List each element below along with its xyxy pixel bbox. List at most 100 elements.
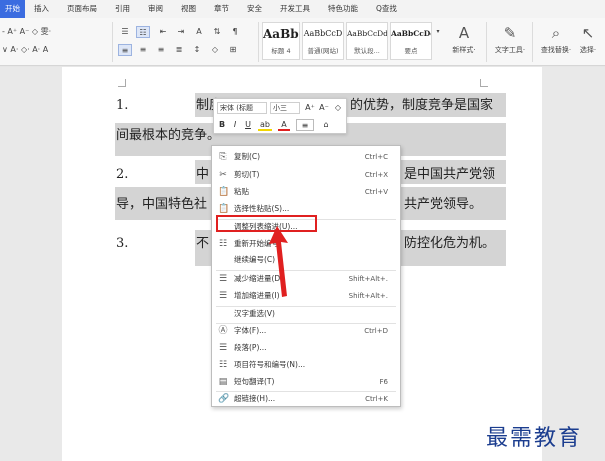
find-replace-label: 查找替换·: [540, 46, 572, 54]
context-menu: ⎘ 复制(C) Ctrl+C ✂ 剪切(T) Ctrl+X 📋 粘贴 Ctrl+…: [211, 145, 401, 407]
tab-insert[interactable]: 插入: [25, 0, 58, 18]
menu-label: 项目符号和编号(N)...: [234, 360, 306, 369]
menu-label: 选择性粘贴(S)...: [234, 204, 290, 213]
indent-icon[interactable]: ⇥: [174, 26, 188, 38]
tab-security[interactable]: 安全: [238, 0, 271, 18]
grow-font-button[interactable]: A⁺: [304, 102, 316, 114]
text-tool-button[interactable]: ✎ 文字工具·: [490, 22, 530, 56]
menu-item-copy[interactable]: ⎘ 复制(C) Ctrl+C: [212, 148, 400, 166]
numbered-list-icon: ☷: [218, 239, 228, 249]
menu-shortcut: Ctrl+V: [364, 188, 388, 196]
new-style-icon: A: [458, 24, 470, 42]
menu-label: 段落(P)...: [234, 343, 267, 352]
new-style-button[interactable]: A 新样式·: [444, 22, 484, 56]
menu-item-reselect-chars[interactable]: 汉字重选(V): [212, 305, 400, 323]
style-normal-web[interactable]: AaBbCcD 普通(网站): [302, 22, 344, 60]
tab-references[interactable]: 引用: [106, 0, 139, 18]
style-sample: AaBbCcD: [303, 29, 343, 38]
italic-button[interactable]: I: [230, 119, 240, 131]
style-keypoint[interactable]: AaBbCcDc 要点: [390, 22, 432, 60]
tab-page-layout[interactable]: 页面布局: [58, 0, 106, 18]
margin-corner: [480, 79, 488, 87]
paragraph-icon[interactable]: ⌂: [320, 119, 332, 131]
new-style-label: 新样式·: [452, 46, 476, 54]
font-color-button[interactable]: A: [278, 119, 290, 131]
menu-item-bullets-numbering[interactable]: ☷ 项目符号和编号(N)...: [212, 356, 400, 374]
menu-item-continue-numbering[interactable]: 继续编号(C): [212, 251, 400, 269]
style-default-para[interactable]: AaBbCcDd 默认段...: [346, 22, 388, 60]
underline-button[interactable]: U: [243, 119, 253, 131]
align-right-icon[interactable]: ≡: [154, 44, 168, 56]
ribbon-toolbar: - A⁺ A⁻ ◇ 雯· ∨ A· ◇· A· A ☰ ☷ ⇤ ⇥ A ⇅ ¶ …: [0, 18, 605, 66]
bullets-icon[interactable]: ☰: [118, 26, 132, 38]
menu-item-increase-indent[interactable]: ☰ 增加缩进量(I) Shift+Alt+.: [212, 287, 400, 305]
copy-icon: ⎘: [219, 152, 227, 162]
clipboard-icon: 📋: [218, 187, 230, 197]
tab-review[interactable]: 审阅: [139, 0, 172, 18]
tab-developer[interactable]: 开发工具: [271, 0, 319, 18]
paragraph-1-line1: 的优势，制度竞争是国家: [350, 98, 494, 113]
ribbon-separator: [486, 22, 487, 62]
menu-label: 复制(C): [234, 152, 261, 161]
align-dropdown[interactable]: ≡: [296, 119, 314, 131]
ribbon-separator: [258, 22, 259, 62]
outdent-icon[interactable]: ⇤: [156, 26, 170, 38]
line-spacing-icon[interactable]: ↕: [190, 44, 204, 56]
justify-icon[interactable]: ≣: [172, 44, 186, 56]
menu-label: 超链接(H)...: [234, 394, 276, 403]
wrench-icon: ✎: [503, 24, 517, 42]
font-format-controls[interactable]: ∨ A· ◇· A· A: [2, 44, 48, 56]
styles-more-icon[interactable]: ▾: [434, 26, 442, 38]
link-icon: 🔗: [218, 394, 230, 404]
style-name: 默认段...: [354, 47, 380, 55]
style-sample: AaBbCcDc: [391, 29, 431, 38]
numbering-icon[interactable]: ☷: [136, 26, 150, 38]
bold-button[interactable]: B: [217, 119, 227, 131]
tab-view[interactable]: 视图: [172, 0, 205, 18]
font-name-field[interactable]: 宋体 (标题: [217, 102, 267, 114]
increase-indent-icon: ☰: [218, 291, 228, 301]
font-icon: Ⓐ: [218, 326, 228, 336]
menu-shortcut: Ctrl+C: [364, 153, 388, 161]
sort-icon[interactable]: ⇅: [210, 26, 224, 38]
menu-item-translate[interactable]: ▤ 短句翻译(T) F6: [212, 373, 400, 391]
select-button[interactable]: ↖ 选择·: [572, 22, 604, 56]
shrink-font-button[interactable]: A⁻: [318, 102, 330, 114]
style-heading4[interactable]: AaBbC 标题 4: [262, 22, 300, 60]
tab-special[interactable]: 特色功能: [319, 0, 367, 18]
menu-item-decrease-indent[interactable]: ☰ 减少缩进量(D) Shift+Alt+.: [212, 270, 400, 288]
paragraph-2-start: 中: [196, 167, 210, 182]
align-center-icon[interactable]: ≡: [136, 44, 150, 56]
cursor-icon: ↖: [581, 24, 595, 42]
ribbon-separator: [112, 22, 113, 62]
tab-start[interactable]: 开始: [0, 0, 25, 18]
tab-search[interactable]: Q查找: [367, 0, 406, 18]
align-left-icon[interactable]: ≡: [118, 44, 132, 56]
menu-item-paste[interactable]: 📋 粘贴 Ctrl+V: [212, 183, 400, 201]
font-size-controls[interactable]: - A⁺ A⁻ ◇ 雯·: [2, 26, 51, 38]
menu-item-font[interactable]: Ⓐ 字体(F)... Ctrl+D: [212, 322, 400, 340]
menu-label: 粘贴: [234, 187, 249, 196]
list-number-2: 2.: [116, 167, 129, 182]
find-replace-button[interactable]: ⌕ 查找替换·: [536, 22, 576, 56]
highlight-button[interactable]: ab: [258, 119, 272, 131]
chinese-layout-icon[interactable]: A: [192, 26, 206, 38]
font-size-field[interactable]: 小三: [270, 102, 300, 114]
borders-icon[interactable]: ⊞: [226, 44, 240, 56]
shading-icon[interactable]: ◇: [208, 44, 222, 56]
menu-item-cut[interactable]: ✂ 剪切(T) Ctrl+X: [212, 166, 400, 184]
clipboard-icon: 📋: [218, 204, 230, 214]
menu-item-paragraph[interactable]: ☰ 段落(P)...: [212, 339, 400, 357]
clear-format-icon[interactable]: ◇: [332, 102, 344, 114]
scissors-icon: ✂: [219, 170, 227, 180]
paragraph-2-line2-start: 导，中国特色社: [116, 197, 208, 212]
menu-item-hyperlink[interactable]: 🔗 超链接(H)... Ctrl+K: [212, 390, 400, 408]
style-sample: AaBbC: [263, 27, 299, 41]
menu-label: 汉字重选(V): [234, 309, 275, 318]
menu-shortcut: Ctrl+D: [364, 327, 388, 335]
menu-shortcut: F6: [379, 378, 388, 386]
tab-chapter[interactable]: 章节: [205, 0, 238, 18]
paragraph-3-start: 不: [196, 236, 210, 251]
magnifier-icon: ⌕: [551, 24, 561, 42]
show-marks-icon[interactable]: ¶: [228, 26, 242, 38]
